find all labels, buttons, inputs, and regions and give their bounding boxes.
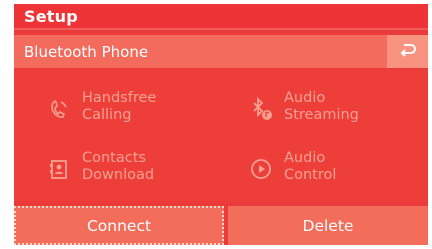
handsfree-phone-icon (46, 96, 72, 122)
feature-label: Audio Streaming (284, 90, 359, 123)
delete-button[interactable]: Delete (224, 206, 428, 245)
connect-button[interactable]: Connect (14, 206, 224, 245)
feature-audio-control: Audio Control (248, 150, 418, 190)
play-circle-icon (248, 156, 274, 182)
setup-panel: Setup Bluetooth Phone Handsfree Calling … (14, 4, 428, 245)
back-arrow-icon (399, 42, 417, 62)
feature-label: Contacts Download (82, 150, 155, 183)
screen: Setup Bluetooth Phone Handsfree Calling … (0, 0, 432, 249)
title-bar: Setup (14, 4, 428, 30)
back-button[interactable] (387, 35, 428, 68)
feature-audio-streaming: Audio Streaming (248, 90, 418, 130)
bluetooth-phone-bar: Bluetooth Phone (14, 35, 428, 68)
feature-grid: Handsfree Calling Audio Streaming Contac… (14, 70, 428, 201)
section-title: Bluetooth Phone (24, 43, 149, 61)
page-title: Setup (24, 7, 78, 26)
feature-label: Handsfree Calling (82, 90, 157, 123)
action-bar: Connect Delete (14, 206, 428, 245)
bluetooth-audio-icon (248, 96, 274, 122)
feature-handsfree-calling: Handsfree Calling (46, 90, 216, 130)
feature-label: Audio Control (284, 150, 337, 183)
feature-contacts-download: Contacts Download (46, 150, 216, 190)
contacts-download-icon (46, 156, 72, 182)
